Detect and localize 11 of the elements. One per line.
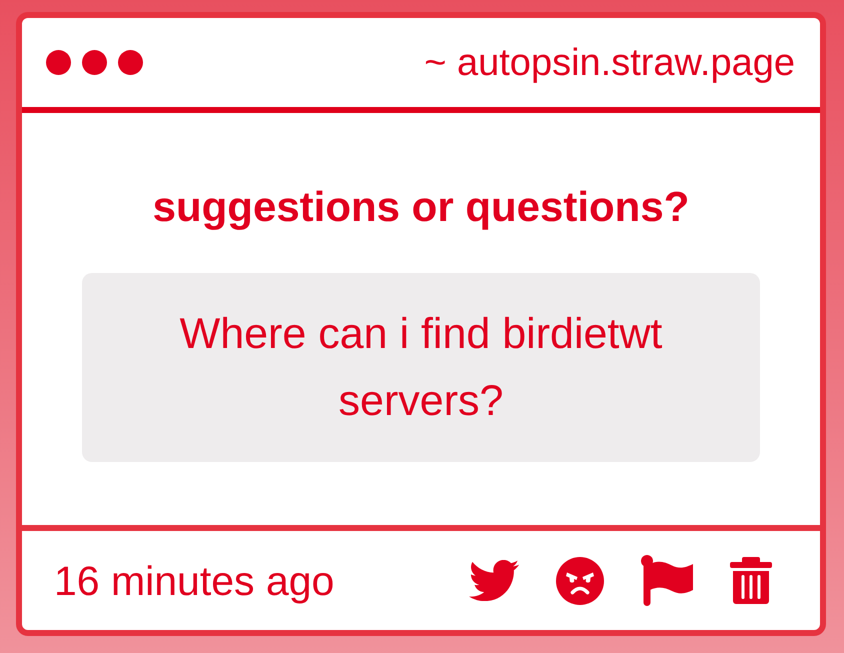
angry-face-icon[interactable] — [556, 556, 604, 604]
timestamp: 16 minutes ago — [54, 558, 334, 604]
flag-icon[interactable] — [641, 555, 693, 606]
question-text: Where can i find birdietwt servers? — [180, 310, 662, 425]
window-dot-icon — [118, 50, 143, 75]
window-dot-icon — [46, 50, 71, 75]
window-dot-icon — [82, 50, 107, 75]
trash-icon[interactable] — [730, 557, 772, 604]
url-text: ~ autopsin.straw.page — [424, 40, 795, 84]
bird-icon[interactable] — [469, 560, 519, 601]
question-heading: suggestions or questions? — [152, 183, 690, 231]
